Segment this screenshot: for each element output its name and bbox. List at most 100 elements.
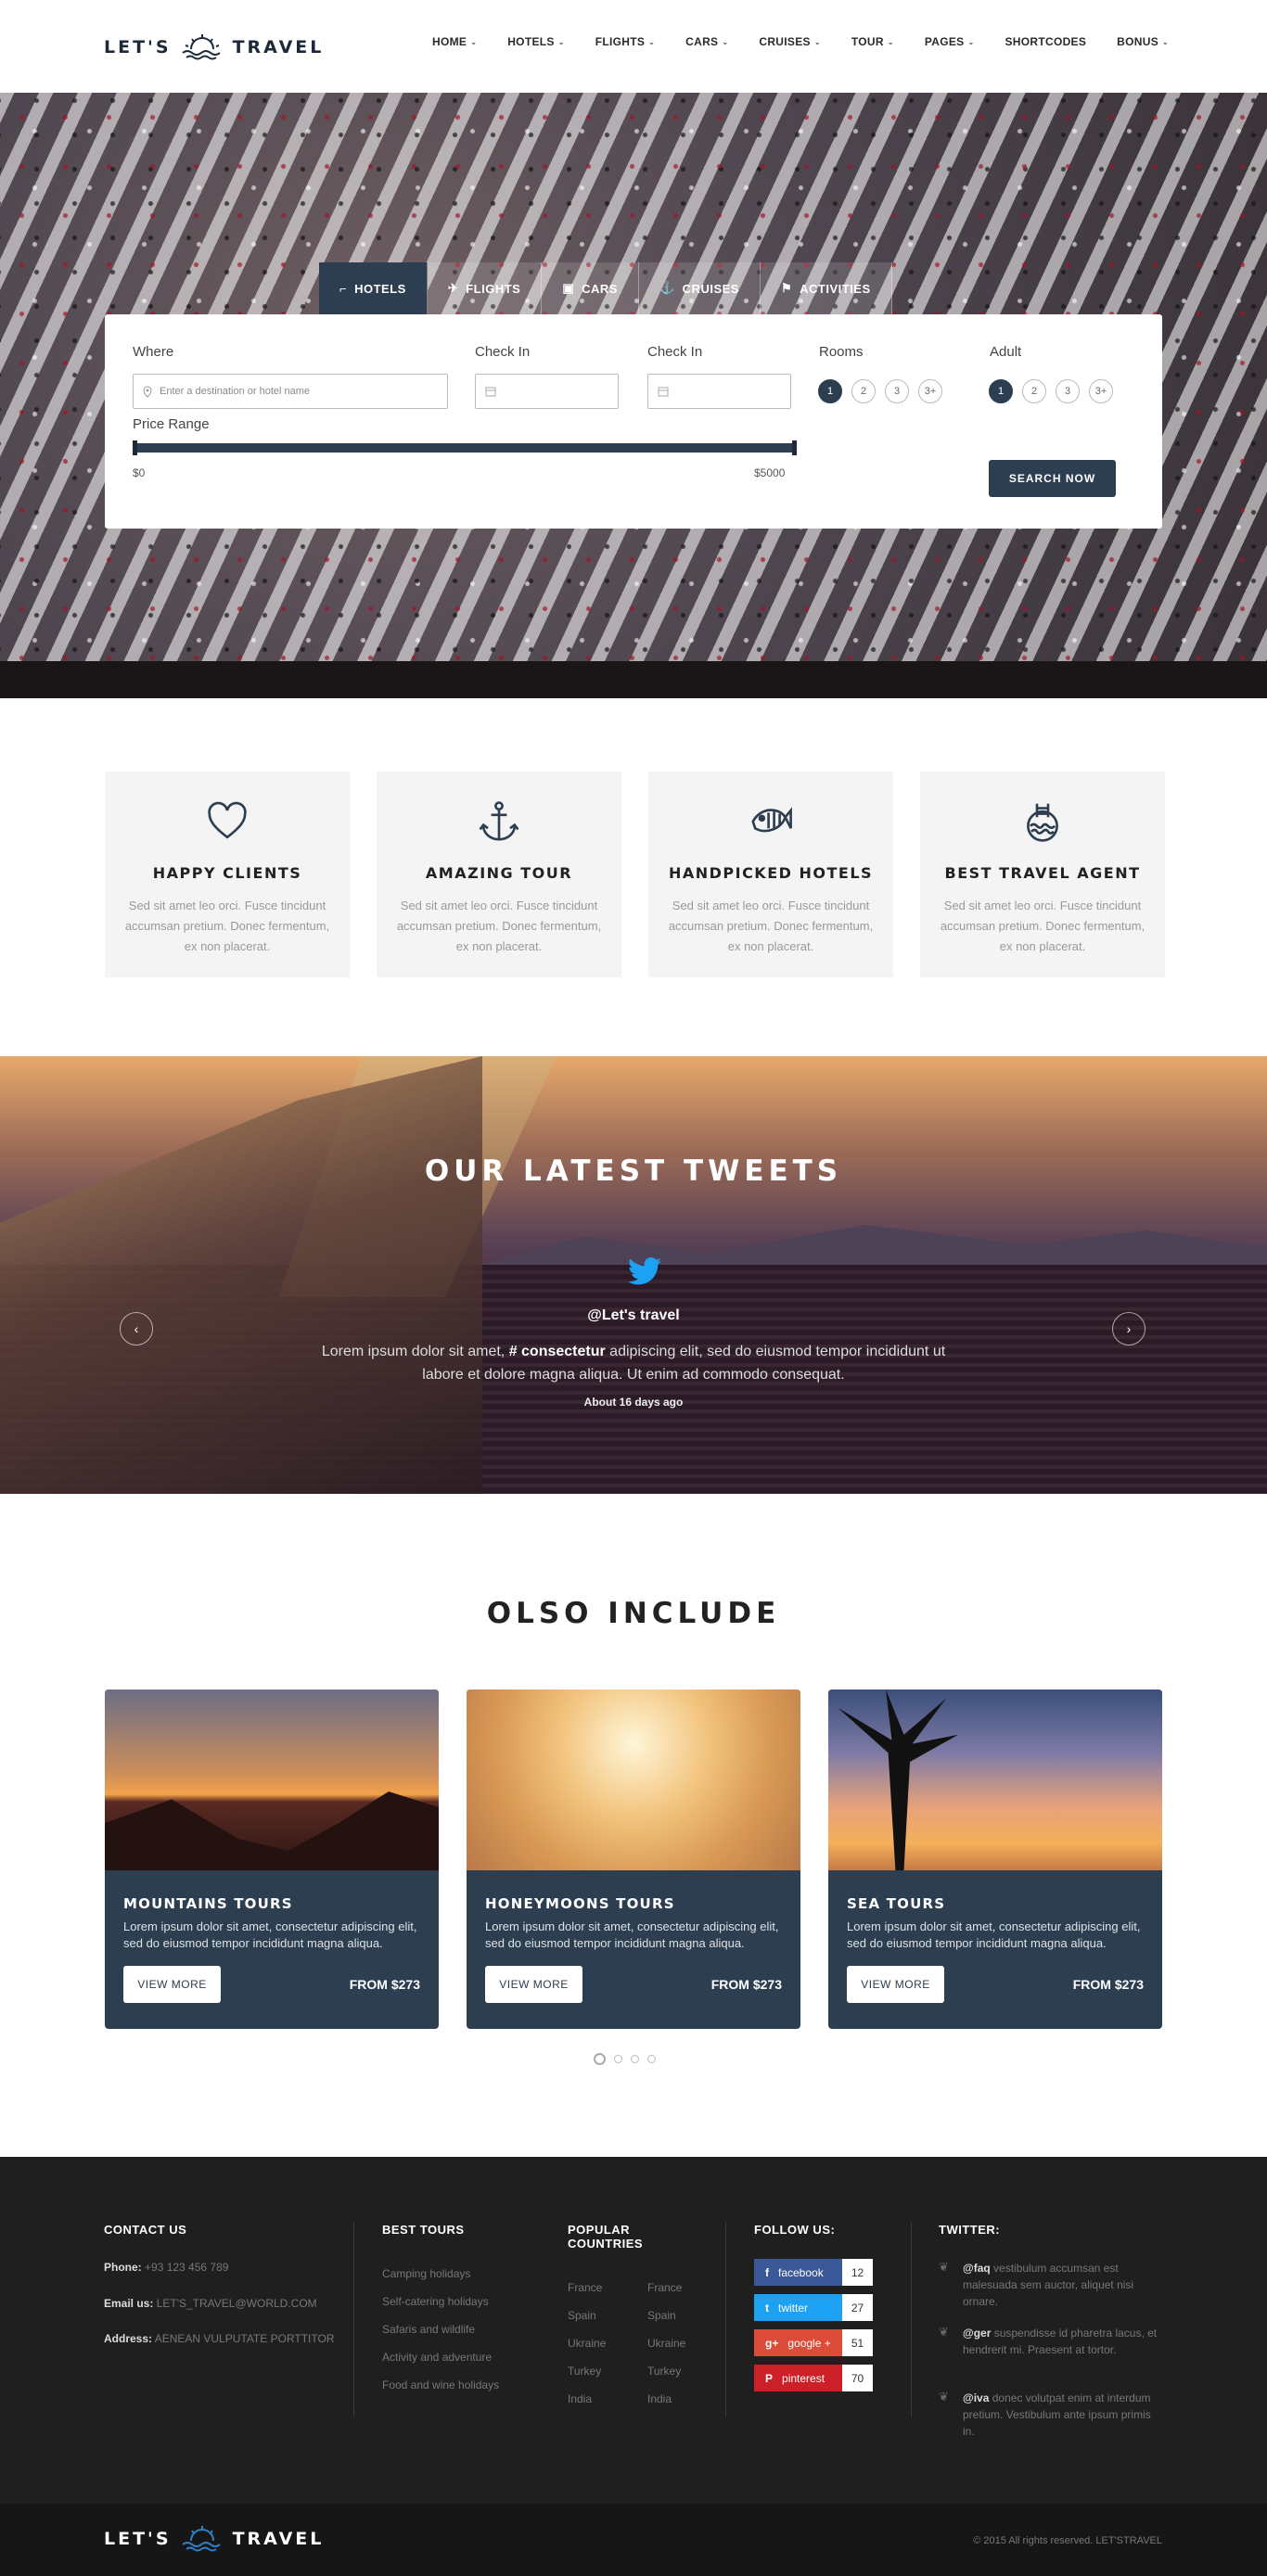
tour-link[interactable]: Camping holidays: [382, 2267, 470, 2280]
nav-item-label: HOTELS: [507, 35, 555, 48]
rooms-option[interactable]: 1: [818, 379, 842, 403]
tweet-body: donec volutpat enim at interdum pretium.…: [963, 2391, 1151, 2438]
nav-item-label: HOME: [432, 35, 467, 48]
tour-card-text: Lorem ipsum dolor sit amet, consectetur …: [485, 1919, 779, 1950]
nav-item-hotels[interactable]: HOTELS ⌄: [507, 35, 564, 48]
price-min-handle[interactable]: [133, 440, 137, 455]
country-link[interactable]: Turkey: [647, 2365, 681, 2378]
phone-value[interactable]: +93 123 456 789: [145, 2261, 228, 2274]
tab-hotels[interactable]: ⌐ HOTELS: [319, 262, 428, 314]
nav-item-cruises[interactable]: CRUISES ⌄: [759, 35, 820, 48]
tweet-user[interactable]: @iva: [963, 2391, 989, 2404]
nav-item-shortcodes[interactable]: SHORTCODES: [1005, 35, 1086, 48]
tab-flights[interactable]: ✈ FLIGHTS: [427, 262, 543, 314]
social-facebook-button[interactable]: f facebook 12: [754, 2259, 873, 2286]
rooms-option[interactable]: 3: [885, 379, 909, 403]
social-pinterest-button[interactable]: Ppinterest 70: [754, 2365, 873, 2391]
site-logo[interactable]: LET'S TRAVEL: [104, 32, 324, 62]
view-more-button[interactable]: VIEW MORE: [123, 1966, 221, 2003]
feature-card: AMAZING TOUR Sed sit amet leo orci. Fusce…: [377, 772, 621, 977]
view-more-button[interactable]: VIEW MORE: [485, 1966, 582, 2003]
view-more-button[interactable]: VIEW MORE: [847, 1966, 944, 2003]
tour-card-image[interactable]: [467, 1690, 800, 1870]
tour-link[interactable]: Safaris and wildlife: [382, 2323, 475, 2336]
where-placeholder: Enter a destination or hotel name: [160, 386, 311, 397]
tab-cruises[interactable]: ⚓ CRUISES: [638, 262, 761, 314]
pagination-dot[interactable]: [647, 2055, 656, 2063]
latest-tweets-section: OUR LATEST TWEETS @Let's travel Lorem ip…: [0, 1056, 1267, 1494]
nav-item-cars[interactable]: CARS ⌄: [685, 35, 728, 48]
footer-logo[interactable]: LET'S TRAVEL: [104, 2524, 324, 2554]
social-google-button[interactable]: g+ google + 51: [754, 2329, 873, 2356]
adults-option[interactable]: 3+: [1089, 379, 1113, 403]
fish-icon: [751, 807, 792, 833]
pinterest-icon: P: [765, 2371, 774, 2385]
pagination-dot-active[interactable]: [594, 2053, 606, 2065]
chevron-down-icon: ⌄: [557, 37, 565, 46]
country-link[interactable]: India: [647, 2392, 672, 2405]
search-now-button[interactable]: SEARCH NOW: [989, 460, 1116, 497]
site-header: LET'S TRAVEL HOME ⌄ HOTELS ⌄ FLIGHTS ⌄ CARS ⌄ CR…: [0, 0, 1267, 93]
country-link[interactable]: France: [647, 2281, 682, 2294]
country-link[interactable]: India: [568, 2392, 592, 2405]
tweet-next-button[interactable]: ›: [1112, 1312, 1145, 1345]
email-value[interactable]: LET'S_TRAVEL@WORLD.COM: [157, 2297, 317, 2310]
chevron-right-icon: ›: [1126, 1321, 1132, 1336]
tweet-user[interactable]: @faq: [963, 2262, 991, 2275]
tab-activities[interactable]: ⚑ ACTIVITIES: [760, 262, 892, 314]
nav-item-tour[interactable]: TOUR ⌄: [851, 35, 894, 48]
checkin-input[interactable]: [475, 374, 619, 409]
tour-card-image[interactable]: [828, 1690, 1162, 1870]
feature-icon-wrap: [377, 799, 621, 844]
tour-card-price: FROM $273: [349, 1977, 420, 1992]
rooms-option[interactable]: 2: [851, 379, 876, 403]
sun-wave-logo-icon: [181, 34, 221, 60]
tour-link[interactable]: Food and wine holidays: [382, 2378, 499, 2391]
tweet-handle[interactable]: @Let's travel: [0, 1307, 1267, 1324]
footer-divider: [725, 2222, 726, 2417]
country-link[interactable]: Spain: [647, 2309, 676, 2322]
logo-text-right: TRAVEL: [232, 37, 325, 57]
rooms-option[interactable]: 3+: [918, 379, 942, 403]
checkout-input[interactable]: [647, 374, 791, 409]
feature-title: AMAZING TOUR: [425, 864, 573, 882]
pagination-dot[interactable]: [614, 2055, 622, 2063]
chevron-down-icon: ⌄: [813, 37, 821, 46]
tweet-hashtag[interactable]: # consectetur: [509, 1344, 606, 1359]
sun-wave-logo-icon: [181, 2526, 221, 2552]
adult-selector: 1 2 3 3+: [989, 379, 1113, 403]
country-link[interactable]: Ukraine: [568, 2337, 606, 2350]
nav-item-flights[interactable]: FLIGHTS ⌄: [595, 35, 655, 48]
country-link[interactable]: Spain: [568, 2309, 596, 2322]
address-label: Address:: [104, 2332, 153, 2345]
adults-option[interactable]: 1: [989, 379, 1013, 403]
nav-item-pages[interactable]: PAGES ⌄: [925, 35, 975, 48]
social-twitter-button[interactable]: t twitter 27: [754, 2294, 873, 2321]
country-link[interactable]: Ukraine: [647, 2337, 685, 2350]
feature-text: Sed sit amet leo orci. Fusce tincidunt a…: [396, 899, 602, 953]
tweet-user[interactable]: @ger: [963, 2327, 991, 2340]
heart-icon: [208, 801, 247, 839]
contact-address: Address: AENEAN VULPUTATE PORTTITOR: [104, 2332, 335, 2345]
nav-item-bonus[interactable]: BONUS ⌄: [1117, 35, 1169, 48]
price-range-slider[interactable]: [133, 440, 797, 455]
tab-cars[interactable]: ▣ CARS: [542, 262, 639, 314]
distant-hills: [464, 1225, 1267, 1269]
adults-option[interactable]: 2: [1022, 379, 1046, 403]
car-icon: ▣: [562, 281, 575, 295]
price-max-handle[interactable]: [792, 440, 797, 455]
country-link[interactable]: Turkey: [568, 2365, 601, 2378]
nav-item-home[interactable]: HOME ⌄: [432, 35, 477, 48]
tour-link[interactable]: Activity and adventure: [382, 2351, 492, 2364]
pagination-dot[interactable]: [631, 2055, 639, 2063]
tab-label: CARS: [582, 281, 618, 296]
where-input[interactable]: Enter a destination or hotel name: [133, 374, 448, 409]
tweet-prev-button[interactable]: ‹: [120, 1312, 153, 1345]
nav-item-label: CARS: [685, 35, 719, 48]
calendar-icon: [485, 387, 496, 397]
tour-link[interactable]: Self-catering holidays: [382, 2295, 489, 2308]
country-link[interactable]: France: [568, 2281, 602, 2294]
tab-label: FLIGHTS: [466, 281, 521, 296]
adults-option[interactable]: 3: [1056, 379, 1080, 403]
tour-card-price: FROM $273: [1072, 1977, 1144, 1992]
